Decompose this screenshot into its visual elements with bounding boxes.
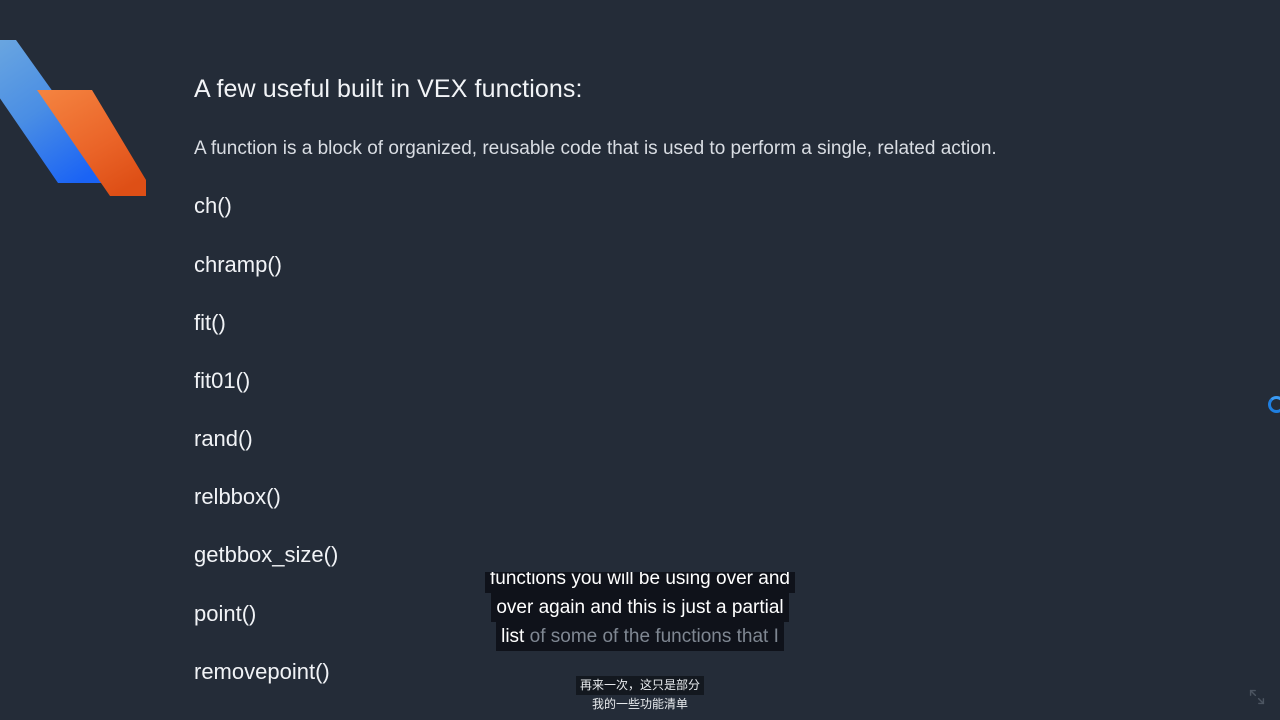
list-item: rand() <box>194 426 253 452</box>
list-item: fit01() <box>194 367 251 393</box>
list-item: ch() <box>194 193 232 219</box>
expand-arrows-glyph <box>1249 689 1265 705</box>
loading-spinner-icon <box>1268 396 1280 413</box>
logo-svg <box>0 40 146 196</box>
list-item: chramp() <box>194 251 283 277</box>
list-item: getbbox_size() <box>194 542 339 568</box>
list-item: fit() <box>194 309 226 335</box>
logo-blue-band <box>0 40 118 183</box>
logo-orange-band <box>37 90 146 196</box>
fullscreen-expand-icon[interactable] <box>1249 689 1265 705</box>
list-item: removepoint() <box>194 658 330 684</box>
presentation-slide: A few useful built in VEX functions: A f… <box>0 0 1280 720</box>
slide-content: A few useful built in VEX functions: A f… <box>194 75 1194 718</box>
sidefx-houdini-logo <box>0 40 160 205</box>
list-item: relbbox() <box>194 484 281 510</box>
list-item: point() <box>194 600 257 626</box>
vex-function-list: ch() chramp() fit() fit01() rand() relbb… <box>194 194 1194 684</box>
page-title: A few useful built in VEX functions: <box>194 75 583 103</box>
slide-subtitle: A function is a block of organized, reus… <box>194 137 997 159</box>
